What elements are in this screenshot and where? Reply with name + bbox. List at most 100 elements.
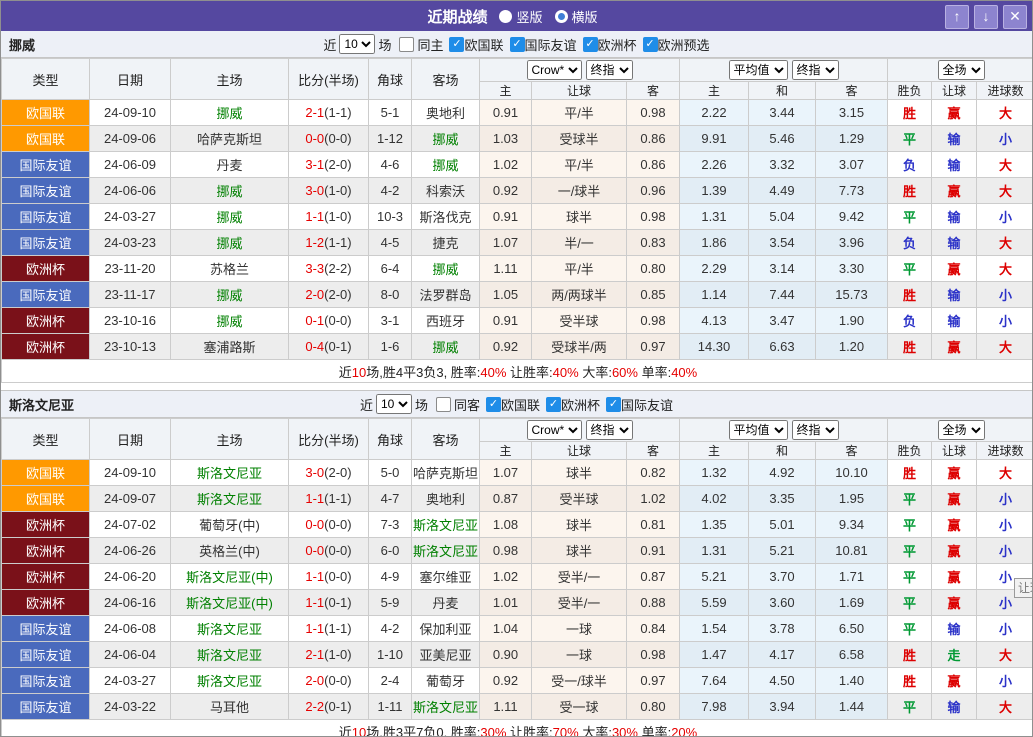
horizontal-radio[interactable] [554, 9, 568, 23]
league-checkbox-label[interactable]: 国际友谊 [621, 395, 673, 414]
crow-away-odds: 0.86 [626, 125, 680, 152]
summary-label: 单率: [637, 364, 672, 380]
league-checkbox-label[interactable]: 欧洲预选 [658, 35, 710, 54]
vertical-radio-label[interactable]: 竖版 [516, 7, 542, 26]
home-team: 塞浦路斯 [170, 333, 289, 360]
halftime-score: (1-0) [324, 209, 352, 224]
league-checkbox-label[interactable]: 国际友谊 [525, 35, 577, 54]
filter-bar: 近 10 场同客 ✓ 欧国联 ✓ 欧洲杯 ✓ 国际友谊 [360, 394, 673, 414]
recent-count-select[interactable]: 10 [339, 34, 376, 54]
league-checkbox-label[interactable]: 欧国联 [501, 395, 540, 414]
avg-home-odds: 5.59 [679, 589, 749, 616]
away-team: 葡萄牙 [411, 667, 480, 694]
fulltime-score: 2-0 [305, 673, 325, 688]
goals-header: 进球数 [976, 81, 1032, 100]
handicap-result-cell: 走 [931, 641, 978, 668]
avg-home-odds: 2.29 [679, 255, 749, 282]
fulltime-score: 1-1 [305, 569, 325, 584]
league-checkbox[interactable]: ✓ [546, 396, 562, 412]
table-row: 国际友谊 24-06-08 斯洛文尼亚 1-1(1-1) 4-2 保加利亚 1.04 一球 0.… [1, 615, 1032, 642]
table-row: 欧国联 24-09-07 斯洛文尼亚 1-1(1-1) 4-7 奥地利 0.87 受半球 1.0… [1, 485, 1032, 512]
away-team: 斯洛伐克 [411, 203, 480, 230]
recent-label: 近 [359, 397, 373, 413]
match-date: 23-11-20 [89, 255, 171, 282]
crow-select[interactable]: Crow* [526, 420, 582, 440]
avg-home-header: 主 [679, 81, 749, 100]
goals-cell: 小 [976, 203, 1032, 230]
table-row: 欧洲杯 23-10-16 挪威 0-1(0-0) 3-1 西班牙 0.91 受半球 0.98 4.… [1, 307, 1032, 334]
avg-draw-odds: 6.63 [748, 333, 816, 360]
same-venue-checkbox[interactable] [435, 396, 451, 412]
summary-label: 让胜率: [506, 724, 553, 737]
match-date: 24-03-23 [89, 229, 171, 256]
fullmatch-select[interactable]: 全场 [937, 420, 985, 440]
avg-draw-odds: 3.32 [748, 151, 816, 178]
result-cell: 胜 [887, 99, 933, 126]
result-cell: 胜 [887, 459, 933, 486]
league-checkbox[interactable]: ✓ [449, 36, 465, 52]
horizontal-radio-label[interactable]: 横版 [572, 7, 598, 26]
goals-cell: 大 [976, 693, 1032, 720]
avg-away-odds: 7.73 [814, 177, 889, 204]
summary-value: 40% [480, 364, 507, 380]
league-checkbox[interactable]: ✓ [582, 36, 598, 52]
summary-label: 近 [338, 724, 352, 737]
vertical-radio[interactable] [499, 9, 513, 23]
type-badge: 欧洲杯 [1, 563, 90, 590]
result-cell: 平 [887, 255, 933, 282]
goals-cell: 大 [976, 151, 1032, 178]
home-team: 马耳他 [170, 693, 289, 720]
league-checkbox[interactable]: ✓ [509, 36, 525, 52]
match-date: 24-03-27 [89, 203, 171, 230]
match-score: 3-0(1-0) [288, 177, 369, 204]
same-venue-label[interactable]: 同客 [454, 395, 480, 414]
final-index-select[interactable]: 终指 [585, 420, 633, 440]
avg-draw-odds: 3.54 [748, 229, 816, 256]
type-badge: 欧洲杯 [1, 537, 90, 564]
same-venue-label[interactable]: 同主 [417, 35, 443, 54]
avg-away-odds: 1.71 [814, 563, 889, 590]
league-checkbox[interactable]: ✓ [642, 36, 658, 52]
league-checkbox[interactable]: ✓ [606, 396, 622, 412]
crow-away-odds: 0.98 [626, 203, 680, 230]
fullmatch-select[interactable]: 全场 [937, 60, 985, 80]
league-checkbox[interactable]: ✓ [486, 396, 501, 412]
section-bar: 挪威近 10 场同主 ✓ 欧国联 ✓ 国际友谊 ✓ 欧洲杯 ✓ 欧洲预选 [1, 31, 1032, 58]
average-select[interactable]: 平均值 [728, 60, 788, 80]
corner-score: 3-1 [368, 307, 412, 334]
result-cell: 胜 [887, 333, 933, 360]
average-select[interactable]: 平均值 [728, 420, 788, 440]
recent-count-select[interactable]: 10 [375, 394, 412, 414]
corner-score: 8-0 [368, 281, 412, 308]
league-checkbox-label[interactable]: 欧洲杯 [598, 35, 637, 54]
avg-draw-odds: 3.94 [748, 693, 816, 720]
corner-score: 4-5 [368, 229, 412, 256]
avg-away-odds: 6.58 [814, 641, 889, 668]
league-checkbox-label[interactable]: 欧洲杯 [561, 395, 600, 414]
team-name: 挪威 [9, 37, 36, 53]
type-badge: 欧国联 [1, 125, 90, 152]
move-up-button[interactable]: ↑ [945, 5, 969, 29]
average-final-index-select[interactable]: 终指 [791, 420, 839, 440]
same-venue-checkbox[interactable] [399, 36, 415, 52]
type-badge: 国际友谊 [1, 151, 90, 178]
crow-select[interactable]: Crow* [526, 60, 582, 80]
match-date: 24-06-06 [89, 177, 171, 204]
halftime-score: (1-1) [324, 491, 352, 506]
goals-cell: 大 [976, 333, 1032, 360]
close-button[interactable]: ✕ [1003, 5, 1027, 29]
halftime-score: (0-0) [324, 673, 352, 688]
match-score: 2-1(1-0) [288, 641, 369, 668]
corner-score: 1-12 [368, 125, 412, 152]
match-score: 2-2(0-1) [288, 693, 369, 720]
league-checkbox-label[interactable]: 欧国联 [464, 35, 503, 54]
avg-away-odds: 10.81 [814, 537, 889, 564]
final-index-select[interactable]: 终指 [585, 60, 633, 80]
crow-away-odds: 1.02 [626, 485, 680, 512]
halftime-score: (0-0) [324, 313, 352, 328]
move-down-button[interactable]: ↓ [974, 5, 998, 29]
type-badge: 欧洲杯 [1, 589, 90, 616]
col-type-header: 类型 [1, 418, 90, 460]
avg-draw-odds: 3.14 [748, 255, 816, 282]
average-final-index-select[interactable]: 终指 [791, 60, 839, 80]
